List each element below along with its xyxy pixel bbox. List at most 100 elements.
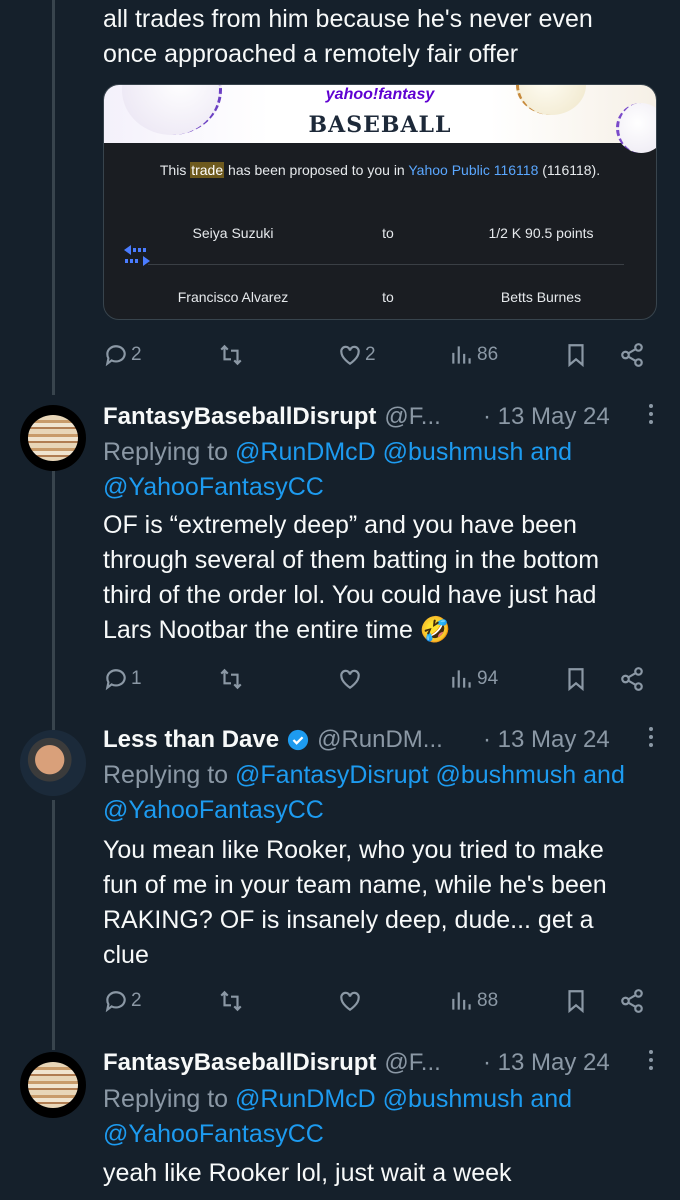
trade-row: Seiya Suzuki to 1/2 K 90.5 points xyxy=(148,201,624,264)
retweet-icon xyxy=(220,344,242,366)
view-count: 94 xyxy=(477,668,499,689)
views-icon xyxy=(452,992,471,1010)
views-icon xyxy=(452,670,471,688)
jupiter-avatar-image xyxy=(28,1062,78,1108)
reply-button[interactable]: 1 xyxy=(103,666,142,692)
heart-icon xyxy=(340,345,360,365)
player-name: Seiya Suzuki xyxy=(192,224,274,241)
username[interactable]: @F... xyxy=(384,1049,440,1077)
views-button[interactable]: 88 xyxy=(449,988,498,1014)
tweet-text: all trades from him because he's never e… xyxy=(103,5,593,68)
more-options-icon[interactable] xyxy=(649,727,653,751)
reply-count: 2 xyxy=(131,344,142,365)
replying-to-label: Replying to xyxy=(103,761,229,789)
reply-icon xyxy=(105,669,126,691)
notice-highlight: trade xyxy=(190,162,225,178)
bookmark-icon xyxy=(568,990,584,1014)
to-label: to xyxy=(382,288,394,305)
timestamp[interactable]: · 13 May 24 xyxy=(483,1049,610,1077)
retweet-button[interactable] xyxy=(218,666,244,692)
notice-text: This xyxy=(159,162,191,178)
tweet-image[interactable]: yahoo!fantasy BASEBALL This trade has be… xyxy=(103,84,657,320)
retweet-icon xyxy=(220,668,242,690)
heart-icon xyxy=(340,991,360,1011)
replying-to: Replying to @FantasyDisrupt @bushmush an… xyxy=(103,758,663,828)
tweet-header: FantasyBaseballDisrupt @F... · 13 May 24 xyxy=(103,400,663,434)
like-button[interactable]: 2 xyxy=(337,342,376,368)
notice-text: (116118). xyxy=(538,162,601,178)
reply-icon xyxy=(105,991,126,1013)
share-button[interactable] xyxy=(619,666,645,692)
thread-line xyxy=(52,0,55,395)
player-name: Francisco Alvarez xyxy=(177,288,289,305)
bookmark-button[interactable] xyxy=(563,988,589,1014)
tweet-actions: 2 2 86 xyxy=(103,342,648,372)
yahoo-banner: yahoo!fantasy BASEBALL xyxy=(104,85,656,153)
reply-icon xyxy=(105,345,126,367)
display-name[interactable]: FantasyBaseballDisrupt xyxy=(103,1049,376,1077)
reply-button[interactable]: 2 xyxy=(103,342,142,368)
more-options-icon[interactable] xyxy=(649,404,653,428)
league-link: Yahoo Public 116118 xyxy=(408,162,539,178)
retweet-button[interactable] xyxy=(218,988,244,1014)
share-icon xyxy=(621,343,643,367)
share-button[interactable] xyxy=(619,342,645,368)
tweet-text: You mean like Rooker, who you tried to m… xyxy=(103,836,607,969)
view-count: 88 xyxy=(477,990,499,1011)
replying-to: Replying to @RunDMcD @bushmush and @Yaho… xyxy=(103,435,663,505)
display-name[interactable]: Less than Dave xyxy=(103,726,279,754)
reply-count: 1 xyxy=(131,668,142,689)
share-icon xyxy=(621,667,643,691)
username[interactable]: @RunDM... xyxy=(317,726,443,754)
share-button[interactable] xyxy=(619,988,645,1014)
trade-notice: This trade has been proposed to you in Y… xyxy=(104,162,656,178)
mention-links[interactable]: @RunDMcD @bushmush and xyxy=(235,438,572,466)
avatar[interactable] xyxy=(20,730,86,796)
thread-line xyxy=(52,800,55,1050)
avatar[interactable] xyxy=(20,405,86,471)
tweet-actions: 2 88 xyxy=(103,988,648,1018)
avatar[interactable] xyxy=(20,1052,86,1118)
mention-link[interactable]: @YahooFantasyCC xyxy=(103,1120,324,1148)
mention-link[interactable]: @YahooFantasyCC xyxy=(103,473,324,501)
username[interactable]: @F... xyxy=(384,403,440,431)
tweet-actions: 1 94 xyxy=(103,666,648,696)
tweet-text: yeah like Rooker lol, just wait a week xyxy=(103,1159,512,1187)
reply-count: 2 xyxy=(131,990,142,1011)
reply-button[interactable]: 2 xyxy=(103,988,142,1014)
tweet-header: FantasyBaseballDisrupt @F... · 13 May 24 xyxy=(103,1046,663,1080)
display-name[interactable]: FantasyBaseballDisrupt xyxy=(103,403,376,431)
verified-badge-icon xyxy=(287,729,309,751)
heart-icon xyxy=(340,669,360,689)
replying-to-label: Replying to xyxy=(103,1085,229,1113)
timestamp[interactable]: · 13 May 24 xyxy=(483,726,610,754)
views-icon xyxy=(452,346,471,364)
retweet-button[interactable] xyxy=(218,342,244,368)
bookmark-icon xyxy=(568,668,584,692)
views-button[interactable]: 86 xyxy=(449,342,498,368)
tweet-text: OF is “extremely deep” and you have been… xyxy=(103,511,600,644)
trade-table: Seiya Suzuki to 1/2 K 90.5 points Franci… xyxy=(148,201,624,319)
banner-title: BASEBALL xyxy=(308,112,452,138)
thread-line xyxy=(52,470,55,730)
like-button[interactable] xyxy=(337,988,363,1014)
like-button[interactable] xyxy=(337,666,363,692)
replying-to: Replying to @RunDMcD @bushmush and @Yaho… xyxy=(103,1082,663,1152)
trade-row: Francisco Alvarez to Betts Burnes xyxy=(148,265,624,319)
team-name: Betts Burnes xyxy=(500,288,582,305)
timestamp[interactable]: · 13 May 24 xyxy=(483,403,610,431)
views-button[interactable]: 94 xyxy=(449,666,498,692)
like-count: 2 xyxy=(365,344,376,365)
bookmark-button[interactable] xyxy=(563,342,589,368)
mention-link[interactable]: @YahooFantasyCC xyxy=(103,796,324,824)
retweet-icon xyxy=(220,990,242,1012)
jupiter-avatar-image xyxy=(28,415,78,461)
yahoo-fantasy-logo: yahoo!fantasy xyxy=(325,86,435,103)
more-options-icon[interactable] xyxy=(649,1050,653,1074)
view-count: 86 xyxy=(477,344,499,365)
replying-to-label: Replying to xyxy=(103,438,229,466)
team-name: 1/2 K 90.5 points xyxy=(488,224,594,241)
mention-links[interactable]: @FantasyDisrupt @bushmush and xyxy=(235,761,625,789)
bookmark-button[interactable] xyxy=(563,666,589,692)
mention-links[interactable]: @RunDMcD @bushmush and xyxy=(235,1085,572,1113)
